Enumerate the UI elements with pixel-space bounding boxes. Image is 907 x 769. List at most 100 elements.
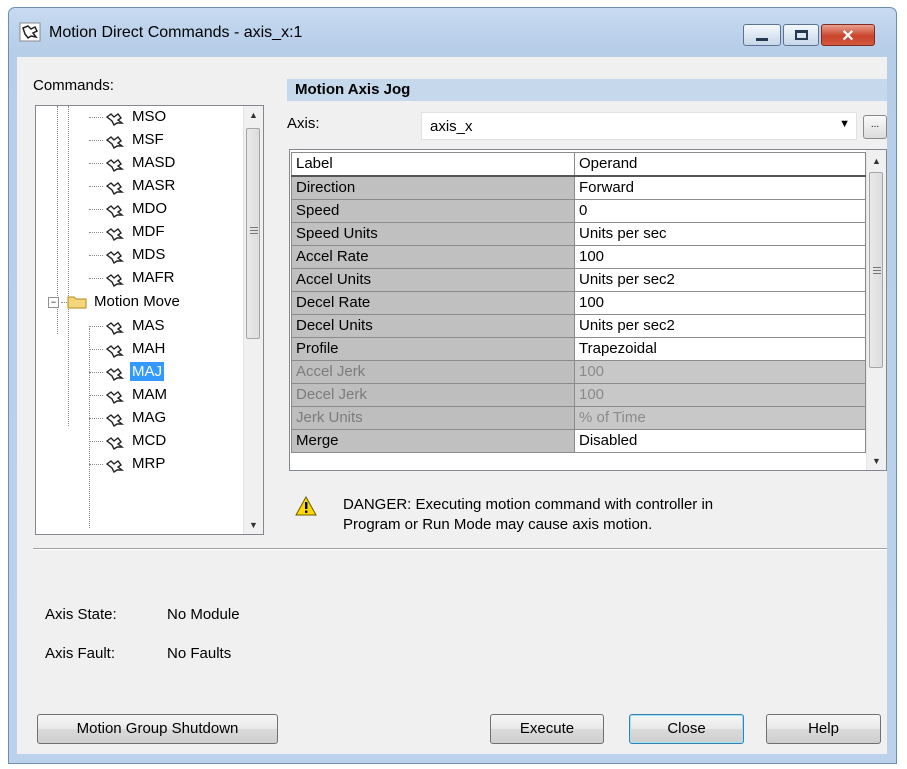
- motion-command-icon: [19, 22, 41, 42]
- tree-item[interactable]: MAM: [89, 383, 169, 406]
- grid-row[interactable]: Accel Units Units per sec2: [291, 268, 866, 292]
- motion-command-icon: [105, 225, 127, 242]
- scroll-up-arrow-icon[interactable]: ▲: [244, 106, 263, 124]
- title-bar[interactable]: Motion Direct Commands - axis_x:1 ✕: [9, 8, 896, 56]
- tree-item[interactable]: MAH: [89, 337, 167, 360]
- tree-item[interactable]: MDO: [89, 197, 169, 220]
- close-icon: ✕: [841, 28, 855, 45]
- warning-icon: [295, 496, 317, 516]
- grid-label-cell: Accel Jerk: [291, 360, 575, 384]
- motion-command-icon: [105, 110, 127, 127]
- dialog-window: Motion Direct Commands - axis_x:1 ✕ Comm…: [8, 7, 897, 764]
- grid-operand-cell[interactable]: Trapezoidal: [574, 337, 866, 361]
- tree-scrollbar[interactable]: ▲ ▼: [243, 106, 263, 534]
- motion-command-icon: [105, 202, 127, 219]
- tree-item-label: MDO: [132, 200, 167, 217]
- grid-row[interactable]: Decel Units Units per sec2: [291, 314, 866, 338]
- tree-item[interactable]: MDS: [89, 243, 167, 266]
- tree-item-label: MAH: [132, 340, 166, 357]
- close-window-button[interactable]: ✕: [821, 24, 875, 46]
- tree-item[interactable]: MSF: [89, 128, 166, 151]
- tree-item-label: MAFR: [132, 269, 175, 286]
- axis-browse-button[interactable]: ...: [863, 115, 887, 139]
- scroll-down-arrow-icon[interactable]: ▼: [244, 516, 263, 534]
- grid-row[interactable]: Accel Rate 100: [291, 245, 866, 269]
- grid-row[interactable]: Speed Units Units per sec: [291, 222, 866, 246]
- help-button[interactable]: Help: [766, 714, 881, 744]
- grid-label-cell: Decel Rate: [291, 291, 575, 315]
- motion-command-icon: [105, 434, 127, 451]
- close-button[interactable]: Close: [629, 714, 744, 744]
- grid-row[interactable]: Jerk Units% of Time: [291, 406, 866, 430]
- motion-command-icon: [105, 133, 127, 150]
- grid-operand-cell: 100: [574, 360, 866, 384]
- tree-item[interactable]: MAG: [89, 406, 168, 429]
- tree-item[interactable]: MASD: [89, 151, 177, 174]
- tree-item-label: MAM: [132, 386, 167, 403]
- scroll-thumb[interactable]: [869, 172, 883, 368]
- maximize-icon: [795, 30, 808, 40]
- warning-line: Program or Run Mode may cause axis motio…: [343, 516, 653, 533]
- grid-label-cell: Profile: [291, 337, 575, 361]
- tree-item-label: MCD: [132, 432, 167, 449]
- motion-command-icon: [105, 365, 127, 382]
- grid-header-label: Label: [291, 152, 575, 177]
- grid-row[interactable]: Accel Jerk 100: [291, 360, 866, 384]
- chevron-down-icon[interactable]: ▼: [839, 118, 850, 130]
- tree-item[interactable]: MSO: [89, 106, 168, 128]
- grid-operand-cell[interactable]: 100: [574, 291, 866, 315]
- grid-operand-cell[interactable]: Disabled: [574, 429, 866, 453]
- tree-item-label: MDF: [132, 223, 165, 240]
- grid-operand-cell[interactable]: Units per sec2: [574, 314, 866, 338]
- scroll-up-arrow-icon[interactable]: ▲: [867, 152, 886, 170]
- grid-label-cell: Decel Units: [291, 314, 575, 338]
- grid-operand-cell[interactable]: Units per sec: [574, 222, 866, 246]
- operand-grid[interactable]: Label Operand Direction Forward Speed 0 Spee…: [289, 149, 887, 471]
- danger-warning: DANGER: Executing motion command with co…: [343, 495, 713, 535]
- grid-row[interactable]: Direction Forward: [291, 175, 866, 200]
- axis-select-value: axis_x: [430, 118, 473, 135]
- tree-item[interactable]: MAFR: [89, 266, 177, 289]
- tree-item[interactable]: MRP: [89, 452, 167, 475]
- motion-group-shutdown-button[interactable]: Motion Group Shutdown: [37, 714, 278, 744]
- window-title: Motion Direct Commands - axis_x:1: [49, 24, 303, 41]
- tree-item[interactable]: MAS: [89, 314, 167, 337]
- minimize-icon: [756, 38, 768, 41]
- tree-item-label: MASD: [132, 154, 176, 171]
- grid-scrollbar[interactable]: ▲ ▼: [866, 150, 886, 470]
- collapse-icon[interactable]: −: [48, 296, 59, 308]
- grid-label-cell: Decel Jerk: [291, 383, 575, 407]
- grid-operand-cell[interactable]: Forward: [574, 175, 866, 200]
- tree-group-motion-move[interactable]: − Motion Move: [48, 290, 182, 313]
- grid-row[interactable]: Profile Trapezoidal: [291, 337, 866, 361]
- grid-row[interactable]: Speed 0: [291, 199, 866, 223]
- tree-item-selected[interactable]: MAJ: [89, 360, 164, 383]
- grid-label-cell: Accel Rate: [291, 245, 575, 269]
- grid-operand-cell[interactable]: 0: [574, 199, 866, 223]
- grid-operand-cell[interactable]: 100: [574, 245, 866, 269]
- grid-row[interactable]: Decel Rate 100: [291, 291, 866, 315]
- axis-select[interactable]: axis_x ▼: [421, 112, 857, 140]
- motion-command-icon: [105, 457, 127, 474]
- tree-item-label: MRP: [132, 455, 166, 472]
- motion-command-icon: [105, 342, 127, 359]
- commands-tree[interactable]: MSO MSF MASD MASR MDO MDF MDS MAFR − Motion Move M…: [35, 105, 264, 535]
- grid-header-row: Label Operand: [291, 152, 866, 177]
- tree-line: [68, 106, 69, 426]
- tree-item[interactable]: MCD: [89, 429, 168, 452]
- grid-row[interactable]: Merge Disabled: [291, 429, 866, 453]
- execute-button[interactable]: Execute: [490, 714, 604, 744]
- commands-label: Commands:: [33, 77, 114, 94]
- scroll-thumb[interactable]: [246, 128, 260, 339]
- motion-command-icon: [105, 319, 127, 336]
- grid-operand-cell[interactable]: Units per sec2: [574, 268, 866, 292]
- tree-item[interactable]: MASR: [89, 174, 177, 197]
- grid-label-cell: Accel Units: [291, 268, 575, 292]
- maximize-button[interactable]: [783, 24, 819, 46]
- tree-item[interactable]: MDF: [89, 220, 167, 243]
- minimize-button[interactable]: [743, 24, 781, 46]
- grid-row[interactable]: Decel Jerk 100: [291, 383, 866, 407]
- tree-item-label: MASR: [132, 177, 176, 194]
- axis-state-value: No Module: [167, 606, 240, 623]
- scroll-down-arrow-icon[interactable]: ▼: [867, 452, 886, 470]
